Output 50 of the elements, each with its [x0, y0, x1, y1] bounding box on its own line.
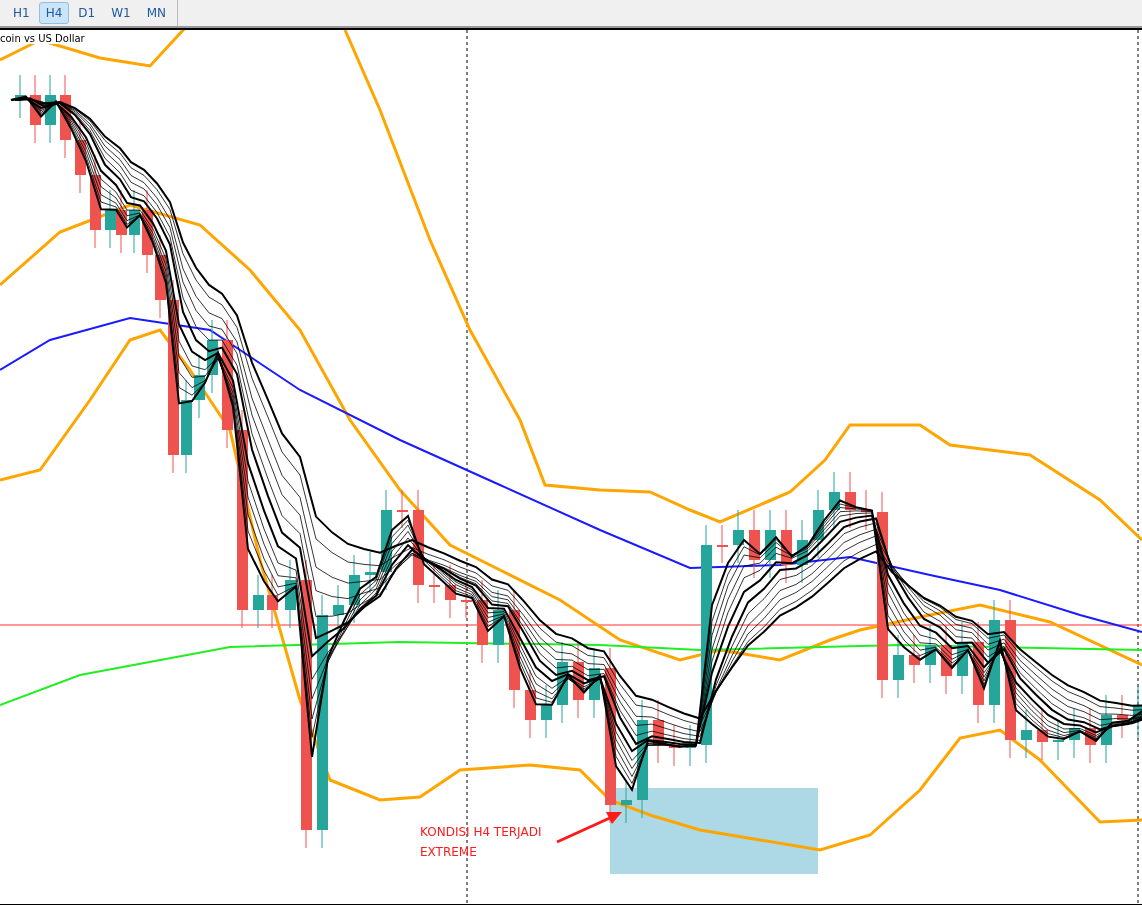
candlestick: [829, 471, 840, 529]
candlestick: [685, 724, 696, 767]
candlestick: [1101, 694, 1112, 764]
annotation-text: KONDISI H4 TERJADI EXTREME: [420, 824, 542, 861]
candlestick: [445, 564, 456, 619]
candlestick: [1085, 707, 1096, 764]
candlestick: [253, 574, 264, 629]
candlestick: [653, 699, 664, 764]
candlestick: [15, 74, 26, 119]
timeframe-tab[interactable]: H4: [38, 2, 70, 24]
candlestick: [267, 574, 278, 629]
candlestick: [461, 579, 472, 619]
candlestick: [813, 489, 824, 559]
candlestick: [333, 584, 344, 634]
candlestick: [749, 509, 760, 579]
candlestick: [1037, 709, 1048, 761]
candlestick: [30, 74, 41, 144]
candlestick: [621, 779, 632, 824]
candlestick: [797, 519, 808, 584]
candlestick: [1021, 709, 1032, 759]
candlestick: [909, 634, 920, 684]
candlestick: [765, 509, 776, 579]
candlestick: [1117, 694, 1128, 739]
candlestick: [397, 489, 408, 529]
candlestick: [733, 509, 744, 564]
candlestick: [717, 524, 728, 564]
candlestick: [285, 559, 296, 629]
timeframe-tab[interactable]: MN: [139, 2, 174, 24]
candlestick: [129, 189, 140, 254]
candlestick: [845, 471, 856, 529]
timeframe-tab[interactable]: D1: [71, 2, 103, 24]
candlestick: [589, 647, 600, 719]
candlestick: [893, 634, 904, 699]
candlestick: [1133, 684, 1142, 739]
candlestick: [1053, 719, 1064, 761]
candlestick: [194, 354, 205, 419]
chart-title: coin vs US Dollar: [0, 33, 87, 44]
candlestick: [116, 189, 127, 254]
candlestick: [941, 624, 952, 695]
candlestick: [365, 551, 376, 594]
candlestick: [925, 624, 936, 684]
candlestick: [349, 554, 360, 624]
candlestick: [541, 684, 552, 739]
candlestick: [525, 669, 536, 739]
candlestick: [45, 74, 56, 144]
candlestick: [669, 724, 680, 767]
arrow: [556, 812, 622, 844]
timeframe-tab[interactable]: W1: [104, 2, 138, 24]
candlestick: [105, 189, 116, 249]
timeframe-tab[interactable]: H1: [6, 2, 37, 24]
